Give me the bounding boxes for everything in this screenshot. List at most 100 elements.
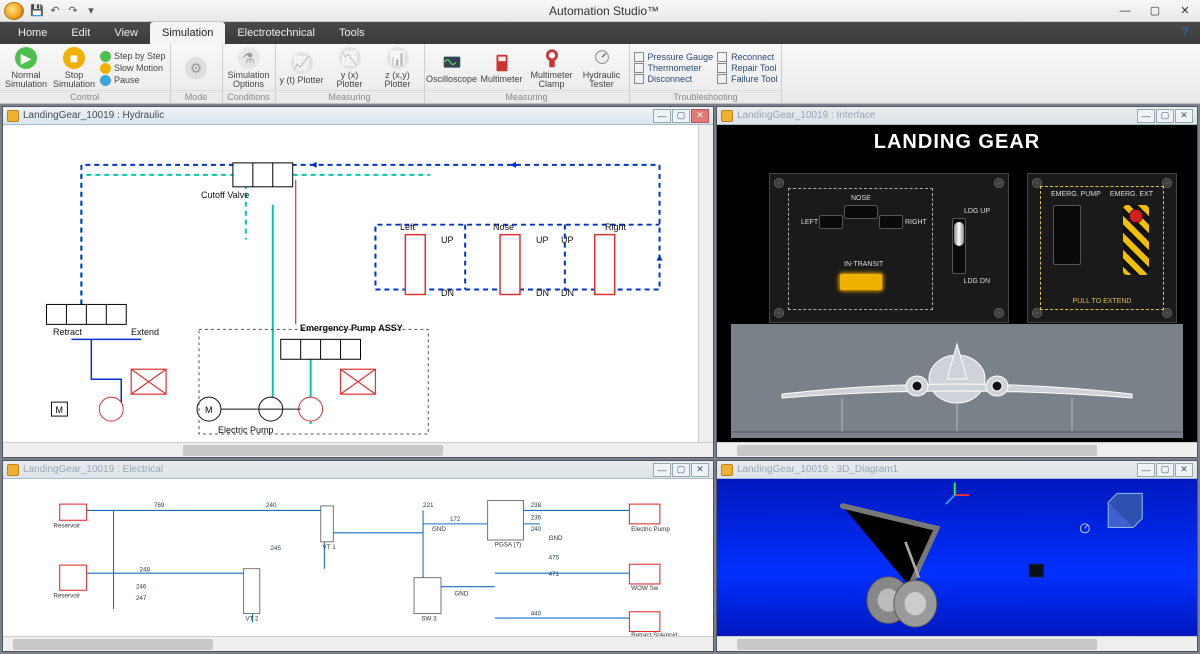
yt-plotter-button[interactable]: 📈y (t) Plotter [280, 52, 324, 85]
lbl-nose: NOSE [851, 195, 871, 202]
pane-close-button[interactable]: ✕ [1175, 463, 1193, 477]
yx-plotter-button[interactable]: 📉y (x) Plotter [328, 47, 372, 89]
tab-edit[interactable]: Edit [59, 22, 102, 44]
thermometer-button[interactable]: Thermometer [634, 63, 714, 73]
lbl-right: RIGHT [905, 219, 927, 226]
tab-view[interactable]: View [102, 22, 150, 44]
hydraulic-canvas[interactable]: M M Cutoff Valve Left Nose Right UP UP U… [3, 125, 713, 442]
pane-max-button[interactable]: ▢ [1156, 463, 1174, 477]
interface-heading: LANDING GEAR [717, 125, 1197, 156]
lbl-emerg-ext: EMERG. EXT [1110, 191, 1153, 198]
pane-interface-titlebar[interactable]: LandingGear_10019 : Interface — ▢ ✕ [717, 107, 1197, 125]
pane-max-button[interactable]: ▢ [672, 109, 690, 123]
emerg-pump-switch[interactable] [1053, 205, 1081, 265]
3d-viewport[interactable] [717, 479, 1197, 636]
scroll-x[interactable] [3, 442, 713, 457]
pane-max-button[interactable]: ▢ [672, 463, 690, 477]
pane-min-button[interactable]: — [653, 109, 671, 123]
group-troubleshooting: Pressure Gauge Thermometer Disconnect Re… [630, 44, 783, 103]
pane-min-button[interactable]: — [1137, 109, 1155, 123]
electrical-schematic: 769 240221 238236 240248 172246 247245 4… [3, 479, 713, 636]
disconnect-button[interactable]: Disconnect [634, 74, 714, 84]
gear-lever[interactable] [954, 222, 964, 246]
rt-label: Repair Tool [731, 63, 776, 73]
pane-close-button[interactable]: ✕ [691, 109, 709, 123]
doc-icon [7, 110, 19, 122]
step-by-step-button[interactable]: Step by Step [100, 51, 166, 62]
svg-text:236: 236 [531, 514, 542, 521]
3d-scene [717, 479, 1197, 636]
pane-electrical: LandingGear_10019 : Electrical — ▢ ✕ 769… [2, 460, 714, 652]
tab-home[interactable]: Home [6, 22, 59, 44]
repair-tool-button[interactable]: Repair Tool [717, 63, 777, 73]
th-label: Thermometer [648, 63, 702, 73]
scroll-x[interactable] [717, 442, 1197, 457]
pane-close-button[interactable]: ✕ [1175, 109, 1193, 123]
label-right: Right [605, 222, 626, 232]
ribbon: ▶Normal Simulation ■Stop Simulation Step… [0, 44, 1200, 104]
label-up2: UP [536, 235, 549, 245]
svg-text:769: 769 [154, 502, 165, 509]
pane-close-button[interactable]: ✕ [691, 463, 709, 477]
app-title: Automation Studio™ [98, 4, 1110, 18]
minimize-button[interactable]: — [1110, 1, 1140, 21]
emerg-ext-handle[interactable] [1123, 205, 1149, 275]
scroll-y[interactable] [698, 125, 713, 442]
stop-simulation-button[interactable]: ■Stop Simulation [52, 47, 96, 89]
pane-hydraulic-titlebar[interactable]: LandingGear_10019 : Hydraulic — ▢ ✕ [3, 107, 713, 125]
group-measuring-label: Measuring [276, 90, 424, 103]
qat-save-icon[interactable]: 💾 [30, 4, 44, 18]
simulation-options-button[interactable]: ⚗Simulation Options [227, 47, 271, 89]
tab-electrotechnical[interactable]: Electrotechnical [225, 22, 327, 44]
maximize-button[interactable]: ▢ [1140, 1, 1170, 21]
lbl-pull: PULL TO EXTEND [1041, 298, 1163, 305]
sim-options-label: Simulation Options [227, 71, 271, 89]
multimeter-clamp-button[interactable]: Multimeter Clamp [529, 48, 575, 89]
group-conditions-label: Conditions [223, 90, 275, 103]
qat-dropdown-icon[interactable]: ▾ [84, 4, 98, 18]
svg-text:SW 3: SW 3 [421, 616, 437, 623]
pane-max-button[interactable]: ▢ [1156, 109, 1174, 123]
failure-tool-button[interactable]: Failure Tool [717, 74, 777, 84]
zxy-plotter-button[interactable]: 📊z (x,y) Plotter [376, 47, 420, 89]
gear-panel: NOSE LEFT RIGHT IN-TRANSIT LDG UP LDG DN [769, 173, 1009, 323]
interface-canvas[interactable]: LANDING GEAR NOSE LEFT RIGHT IN-TRANSIT … [717, 125, 1197, 442]
ribbon-tabs: Home Edit View Simulation Electrotechnic… [0, 22, 1200, 44]
hydraulic-tester-button[interactable]: Hydraulic Tester [579, 48, 625, 89]
doc-icon [721, 110, 733, 122]
group-control-label: Control [0, 90, 170, 103]
svg-text:VT 1: VT 1 [323, 544, 337, 551]
mm-label: Multimeter [481, 75, 523, 84]
pane-3d: LandingGear_10019 : 3D_Diagram1 — ▢ ✕ [716, 460, 1198, 652]
hydraulic-schematic: M M [3, 125, 713, 442]
doc-icon [721, 464, 733, 476]
svg-text:240: 240 [266, 502, 277, 509]
pane-3d-titlebar[interactable]: LandingGear_10019 : 3D_Diagram1 — ▢ ✕ [717, 461, 1197, 479]
pane-min-button[interactable]: — [1137, 463, 1155, 477]
ht-label: Hydraulic Tester [579, 71, 625, 89]
close-button[interactable]: ✕ [1170, 1, 1200, 21]
scroll-x[interactable] [717, 636, 1197, 651]
help-icon[interactable]: ? [1181, 24, 1197, 40]
qat-undo-icon[interactable]: ↶ [48, 4, 62, 18]
pane-min-button[interactable]: — [653, 463, 671, 477]
pg-label: Pressure Gauge [648, 52, 714, 62]
slow-motion-button[interactable]: Slow Motion [100, 63, 166, 74]
oscilloscope-button[interactable]: Oscilloscope [429, 52, 475, 84]
svg-text:238: 238 [531, 502, 542, 509]
pane-electrical-titlebar[interactable]: LandingGear_10019 : Electrical — ▢ ✕ [3, 461, 713, 479]
tab-simulation[interactable]: Simulation [150, 22, 225, 44]
qat-redo-icon[interactable]: ↷ [66, 4, 80, 18]
scroll-x[interactable] [3, 636, 713, 651]
tab-tools[interactable]: Tools [327, 22, 377, 44]
mc-label: Multimeter Clamp [529, 71, 575, 89]
pause-button[interactable]: Pause [100, 75, 166, 86]
reconnect-button[interactable]: Reconnect [717, 52, 777, 62]
svg-text:Electric Pump: Electric Pump [631, 526, 670, 533]
normal-simulation-button[interactable]: ▶Normal Simulation [4, 47, 48, 89]
multimeter-button[interactable]: Multimeter [479, 52, 525, 84]
emerg-subpanel: EMERG. PUMP EMERG. EXT PULL TO EXTEND [1040, 186, 1164, 310]
pressure-gauge-button[interactable]: Pressure Gauge [634, 52, 714, 62]
electrical-canvas[interactable]: 769 240221 238236 240248 172246 247245 4… [3, 479, 713, 636]
svg-text:246: 246 [136, 583, 147, 590]
